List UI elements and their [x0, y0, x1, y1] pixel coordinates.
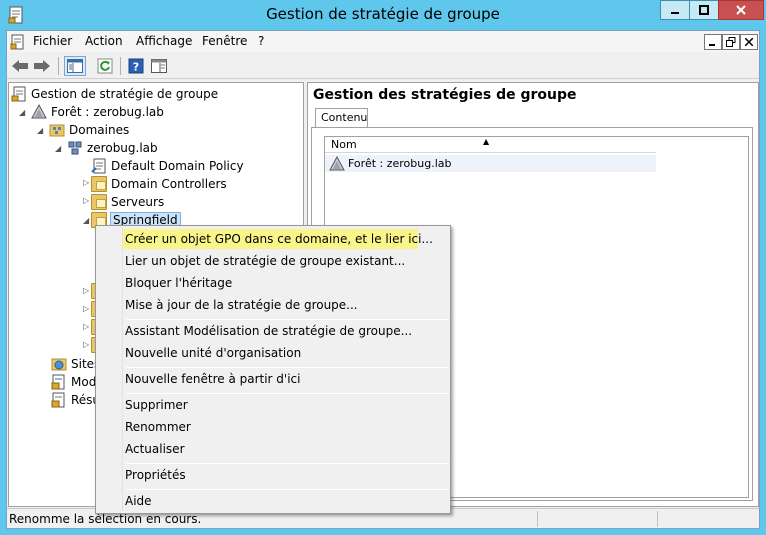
tree-item-domain[interactable]: zerobug.lab [67, 139, 158, 157]
status-segment [657, 511, 757, 527]
app-window: Gestion de stratégie de groupe Fichier A… [0, 0, 766, 535]
expand-arrow-icon[interactable]: ▷ [83, 287, 91, 295]
menu-action[interactable]: Action [85, 34, 123, 48]
menu-item-refresh[interactable]: Actualiser [125, 439, 185, 459]
forward-arrow-icon[interactable] [31, 56, 53, 76]
status-text: Renomme la sélection en cours. [9, 512, 202, 526]
tree-item-servers[interactable]: Serveurs [91, 193, 164, 211]
column-header-label: Nom [331, 138, 357, 151]
tree-label-forest: Forêt : zerobug.lab [51, 105, 164, 119]
menu-item-link-existing-gpo[interactable]: Lier un objet de stratégie de groupe exi… [125, 251, 405, 271]
menu-help[interactable]: ? [258, 34, 264, 48]
refresh-icon[interactable] [94, 56, 116, 76]
list-item[interactable]: Forêt : zerobug.lab [325, 155, 656, 172]
maximize-button[interactable] [689, 0, 719, 20]
console-icon[interactable] [10, 34, 26, 53]
tree-label-modeling: Mod [71, 375, 97, 389]
context-menu: Créer un objet GPO dans ce domaine, et l… [95, 225, 451, 514]
column-header-nom[interactable]: Nom ▲ [325, 137, 656, 153]
menu-affichage[interactable]: Affichage [136, 34, 192, 48]
menu-item-new-ou[interactable]: Nouvelle unité d'organisation [125, 343, 301, 363]
menu-bar: Fichier Action Affichage Fenêtre ? [7, 31, 759, 52]
menu-item-new-window[interactable]: Nouvelle fenêtre à partir d'ici [125, 369, 300, 389]
tab-contenu[interactable]: Contenu [315, 108, 368, 128]
collapse-arrow-icon[interactable]: ◢ [55, 145, 63, 153]
domain-icon [67, 140, 83, 156]
menu-item-modeling-wizard[interactable]: Assistant Modélisation de stratégie de g… [125, 321, 412, 341]
tree-label-domain: zerobug.lab [87, 141, 158, 155]
menu-item-create-gpo-link[interactable]: Créer un objet GPO dans ce domaine, et l… [123, 229, 433, 249]
help-icon[interactable]: ? [125, 56, 147, 76]
tree-item-domain-controllers[interactable]: Domain Controllers [91, 175, 227, 193]
menu-separator [126, 319, 449, 320]
menu-separator [126, 489, 449, 490]
toolbar: ? [7, 53, 759, 79]
collapse-arrow-icon[interactable]: ◢ [37, 127, 45, 135]
collapse-arrow-icon[interactable]: ◢ [19, 109, 27, 117]
menu-separator [126, 463, 449, 464]
menu-icon-column [122, 228, 123, 511]
status-segment [537, 511, 657, 527]
sort-ascending-icon: ▲ [483, 137, 490, 146]
title-bar[interactable]: Gestion de stratégie de groupe [0, 0, 766, 30]
mdi-close-button[interactable] [740, 34, 758, 50]
window-title: Gestion de stratégie de groupe [266, 5, 500, 23]
tree-label-dc: Domain Controllers [111, 177, 227, 191]
ou-folder-icon [91, 194, 107, 210]
domains-folder-icon [49, 122, 65, 138]
tree-label-servers: Serveurs [111, 195, 165, 209]
tree-item-forest[interactable]: Forêt : zerobug.lab [31, 103, 164, 121]
menu-item-rename[interactable]: Renommer [125, 417, 191, 437]
content-title: Gestion des stratégies de groupe [313, 87, 577, 103]
tree-item-default-domain-policy[interactable]: Default Domain Policy [91, 157, 244, 175]
tree-item-sites[interactable]: Sites [51, 355, 100, 373]
mdi-minimize-button[interactable] [704, 34, 722, 50]
tree-item-modeling[interactable]: Mod [51, 373, 96, 391]
forest-icon [31, 103, 47, 120]
forest-icon [329, 155, 345, 172]
expand-arrow-icon[interactable]: ▷ [83, 341, 91, 349]
menu-fichier[interactable]: Fichier [33, 34, 72, 48]
menu-item-delete[interactable]: Supprimer [125, 395, 188, 415]
menu-fenetre[interactable]: Fenêtre [202, 34, 247, 48]
tree-label-ddp: Default Domain Policy [111, 159, 244, 173]
mdi-restore-button[interactable] [722, 34, 740, 50]
menu-item-gp-update[interactable]: Mise à jour de la stratégie de groupe... [125, 295, 358, 315]
collapse-arrow-icon[interactable]: ◢ [83, 217, 91, 225]
toolbar-separator [120, 57, 121, 75]
tree-label-root: Gestion de stratégie de groupe [31, 87, 219, 101]
show-action-pane-icon[interactable] [148, 56, 170, 76]
svg-text:?: ? [133, 61, 139, 74]
expand-arrow-icon[interactable]: ▷ [83, 323, 91, 331]
gpo-link-icon [91, 158, 107, 174]
back-arrow-icon[interactable] [9, 56, 31, 76]
menu-separator [126, 367, 449, 368]
tree-item-root[interactable]: Gestion de stratégie de groupe [11, 85, 218, 103]
modeling-icon [51, 374, 67, 390]
sites-icon [51, 356, 67, 372]
minimize-button[interactable] [660, 0, 690, 20]
toolbar-separator [58, 57, 59, 75]
menu-item-properties[interactable]: Propriétés [125, 465, 186, 485]
tree-item-results[interactable]: Résu [51, 391, 100, 409]
expand-arrow-icon[interactable]: ▷ [83, 197, 91, 205]
gpmc-icon [11, 86, 27, 102]
expand-arrow-icon[interactable]: ▷ [83, 305, 91, 313]
menu-item-help[interactable]: Aide [125, 491, 152, 511]
list-item-label: Forêt : zerobug.lab [348, 157, 452, 170]
show-hide-tree-icon[interactable] [64, 56, 86, 76]
tree-label-domains: Domaines [69, 123, 130, 137]
results-icon [51, 392, 67, 408]
expand-arrow-icon[interactable]: ▷ [83, 179, 91, 187]
menu-separator [126, 393, 449, 394]
close-button[interactable] [718, 0, 764, 20]
tree-item-domains[interactable]: Domaines [49, 121, 129, 139]
menu-item-block-inheritance[interactable]: Bloquer l'héritage [125, 273, 232, 293]
ou-folder-icon [91, 176, 107, 192]
